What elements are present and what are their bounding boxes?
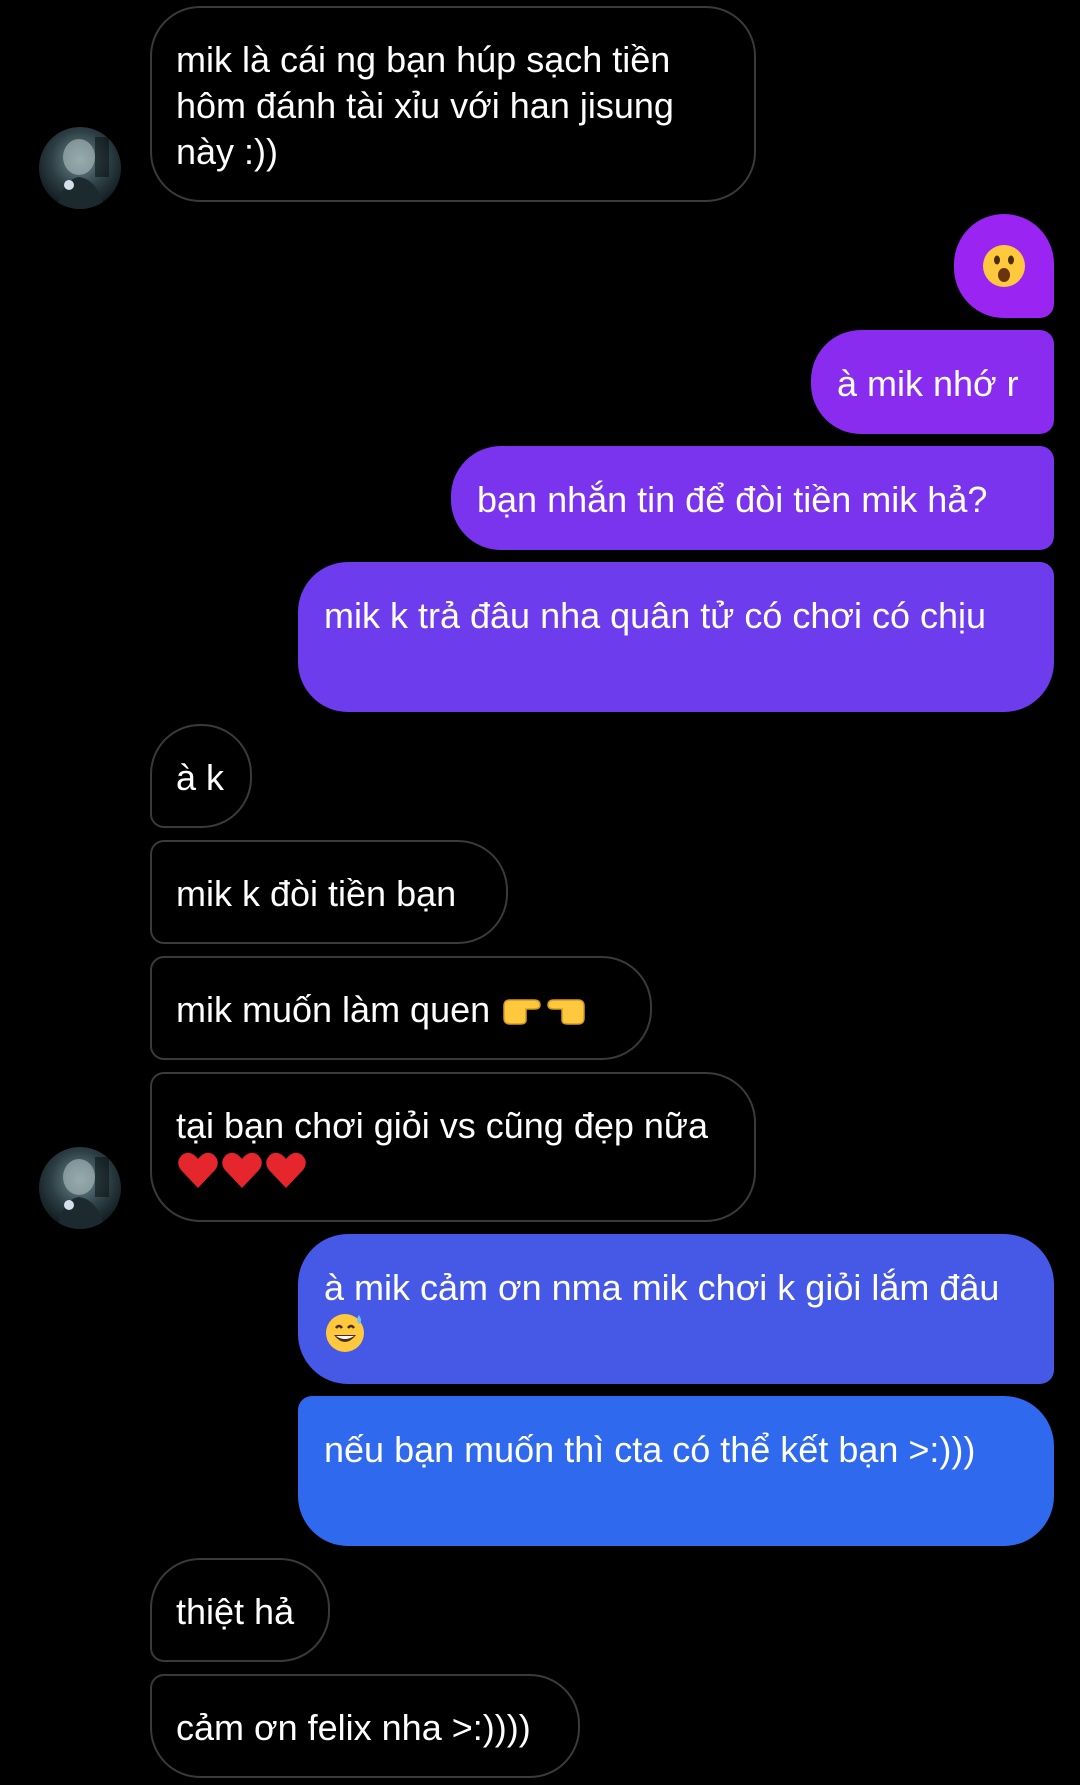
outgoing-message[interactable]: nếu bạn muốn thì cta có thể kết bạn >:))… <box>298 1396 1054 1546</box>
pointing-right-icon <box>500 992 544 1039</box>
incoming-message[interactable]: à k <box>150 724 252 828</box>
pointing-left-icon <box>544 992 588 1039</box>
red-heart-icon <box>220 1150 264 1201</box>
incoming-message[interactable]: mik k đòi tiền bạn <box>150 840 508 944</box>
message-text: tại bạn chơi giỏi vs cũng đẹp nữa <box>176 1105 709 1146</box>
outgoing-message[interactable]: mik k trả đâu nha quân tử có chơi có chị… <box>298 562 1054 712</box>
astonished-face-icon <box>983 245 1025 287</box>
incoming-message[interactable]: thiệt hả <box>150 1558 330 1662</box>
incoming-message[interactable]: tại bạn chơi giỏi vs cũng đẹp nữa <box>150 1072 756 1222</box>
avatar-image <box>39 1147 121 1229</box>
incoming-message[interactable]: mik là cái ng bạn húp sạch tiền hôm đánh… <box>150 6 756 202</box>
outgoing-message[interactable]: bạn nhắn tin để đòi tiền mik hả? <box>451 446 1054 550</box>
message-text: cảm ơn felix nha >:)))) <box>176 1707 531 1748</box>
message-text: mik là cái ng bạn húp sạch tiền hôm đánh… <box>176 39 674 172</box>
red-heart-icon <box>264 1150 308 1201</box>
message-text: mik k đòi tiền bạn <box>176 873 457 914</box>
avatar[interactable] <box>39 1147 121 1229</box>
message-text: à mik cảm ơn nma mik chơi k giỏi lắm đâu <box>324 1267 1000 1308</box>
message-text: thiệt hả <box>176 1591 295 1632</box>
outgoing-message[interactable]: à mik nhớ r <box>811 330 1054 434</box>
avatar[interactable] <box>39 127 121 209</box>
incoming-message[interactable]: mik muốn làm quen <box>150 956 652 1060</box>
avatar-image <box>39 127 121 209</box>
message-text: mik k trả đâu nha quân tử có chơi có chị… <box>324 595 987 636</box>
message-text: bạn nhắn tin để đòi tiền mik hả? <box>477 479 988 520</box>
outgoing-message[interactable]: à mik cảm ơn nma mik chơi k giỏi lắm đâu <box>298 1234 1054 1384</box>
outgoing-emoji-message[interactable] <box>954 214 1054 318</box>
message-text: à mik nhớ r <box>837 363 1019 404</box>
message-text: mik muốn làm quen <box>176 989 491 1030</box>
message-text: à k <box>176 757 225 798</box>
message-text: nếu bạn muốn thì cta có thể kết bạn >:))… <box>324 1429 976 1470</box>
incoming-message[interactable]: cảm ơn felix nha >:)))) <box>150 1674 580 1778</box>
grinning-sweat-icon <box>324 1311 366 1364</box>
red-heart-icon <box>176 1150 220 1201</box>
